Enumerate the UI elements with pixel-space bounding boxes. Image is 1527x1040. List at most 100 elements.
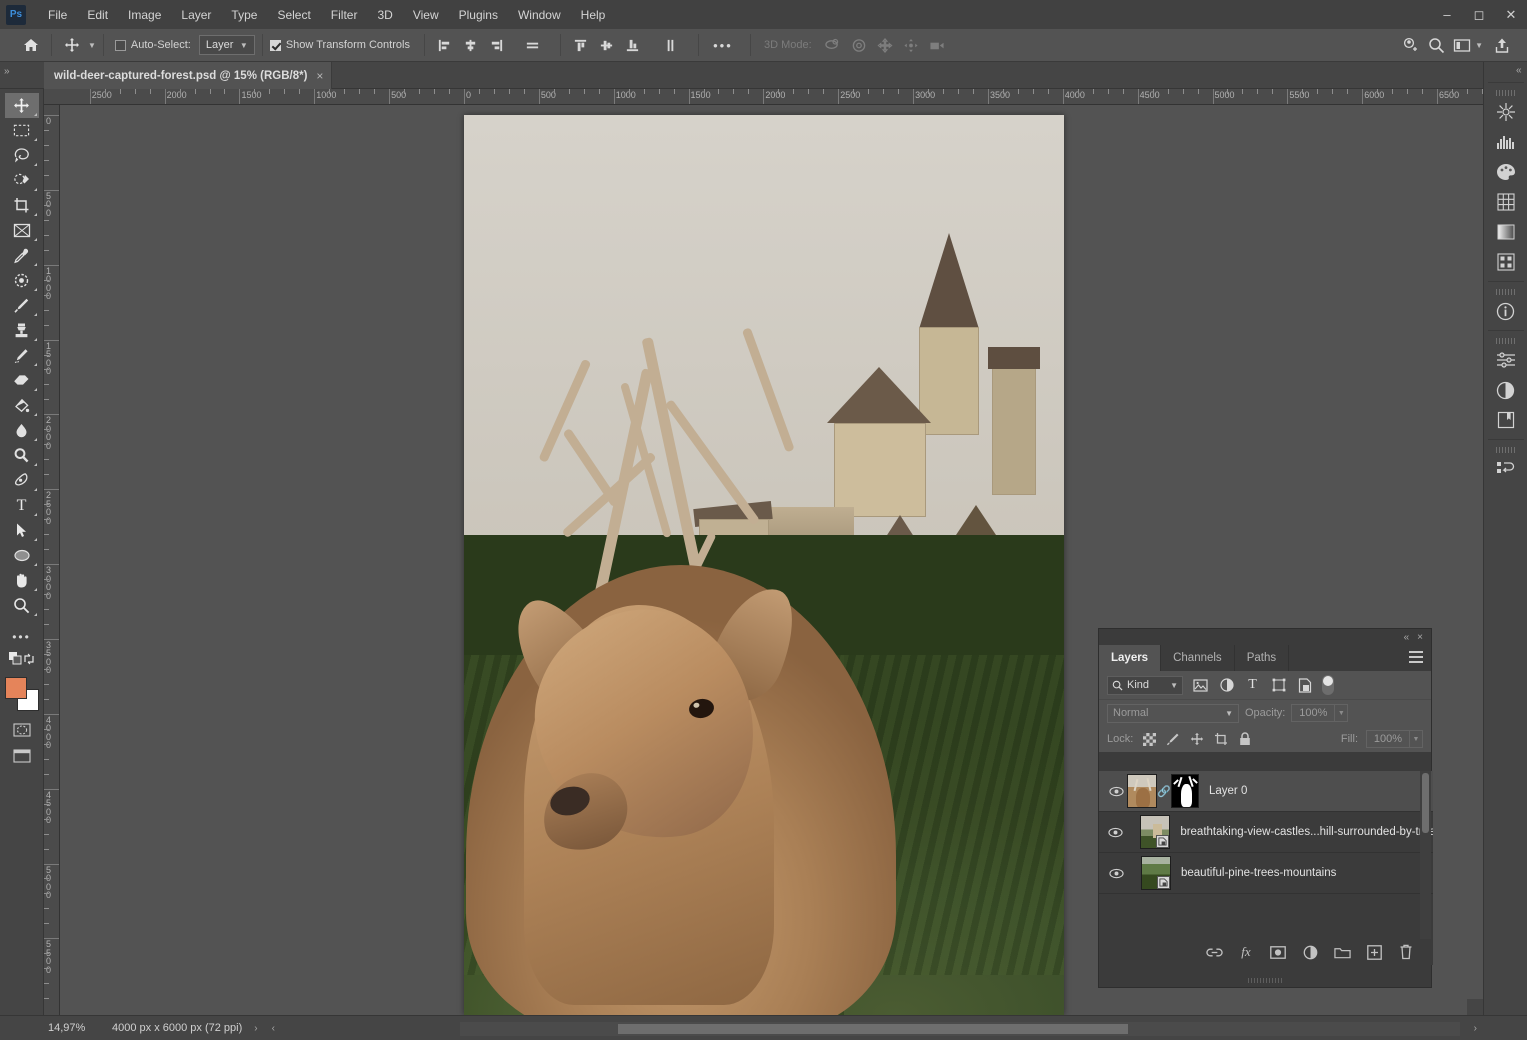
document-tab[interactable]: wild-deer-captured-forest.psd @ 15% (RGB…: [44, 62, 333, 89]
color-icon[interactable]: [1491, 157, 1521, 187]
blur-tool[interactable]: [5, 418, 39, 443]
eraser-tool[interactable]: [5, 368, 39, 393]
opacity-stepper[interactable]: ▼: [1335, 704, 1349, 722]
swatches-icon[interactable]: [1491, 187, 1521, 217]
menu-image[interactable]: Image: [118, 4, 171, 26]
type-tool[interactable]: T: [5, 493, 39, 518]
spot-healing-brush-tool[interactable]: [5, 268, 39, 293]
menu-filter[interactable]: Filter: [321, 4, 368, 26]
zoom-tool[interactable]: [5, 593, 39, 618]
move-tool-icon[interactable]: [59, 33, 85, 57]
show-transform-box[interactable]: [269, 39, 281, 51]
maximize-button[interactable]: ◻: [1463, 0, 1495, 29]
object-selection-tool[interactable]: [5, 168, 39, 193]
add-mask-icon[interactable]: [1269, 943, 1287, 961]
menu-layer[interactable]: Layer: [171, 4, 221, 26]
more-options-button[interactable]: •••: [706, 33, 740, 57]
collapse-dock-icon[interactable]: «: [1484, 62, 1527, 78]
document-canvas[interactable]: [464, 115, 1064, 1015]
link-mask-icon[interactable]: 🔗: [1157, 785, 1171, 798]
align-right-edges-icon[interactable]: [484, 33, 510, 57]
layer-style-fx-icon[interactable]: fx: [1237, 943, 1255, 961]
layer-thumbnail[interactable]: [1140, 815, 1171, 849]
edit-toolbar-button[interactable]: •••: [5, 624, 39, 649]
quick-mask-icon[interactable]: [11, 721, 33, 739]
auto-select-box[interactable]: [114, 39, 126, 51]
collapse-panel-icon[interactable]: «: [1404, 632, 1410, 643]
tab-layers[interactable]: Layers: [1099, 645, 1162, 671]
new-group-icon[interactable]: [1333, 943, 1351, 961]
dodge-tool[interactable]: [5, 443, 39, 468]
adjustments-layer-icon[interactable]: [1491, 375, 1521, 405]
chevron-down-icon[interactable]: ▼: [1475, 41, 1483, 50]
close-icon[interactable]: ×: [316, 69, 323, 83]
menu-view[interactable]: View: [403, 4, 449, 26]
workspace-icon[interactable]: [1449, 33, 1475, 57]
layer-name[interactable]: breathtaking-view-castles...hill-surroun…: [1180, 826, 1433, 838]
status-collapse-icon[interactable]: ‹: [272, 1023, 275, 1034]
add-collaborator-icon[interactable]: [1397, 33, 1423, 57]
foreground-color-swatch[interactable]: [4, 677, 27, 699]
layer-thumbnail[interactable]: [1127, 774, 1157, 808]
rectangular-marquee-tool[interactable]: [5, 118, 39, 143]
horizontal-scrollbar[interactable]: [460, 1022, 1460, 1036]
panel-resize-grip[interactable]: [1099, 973, 1433, 987]
adjustments-icon[interactable]: [1491, 97, 1521, 127]
horizontal-scrollbar-thumb[interactable]: [618, 1024, 1128, 1034]
ellipse-tool[interactable]: [5, 543, 39, 568]
drag-handle[interactable]: [1495, 447, 1516, 453]
layers-scrollbar-thumb[interactable]: [1422, 773, 1429, 833]
pen-tool[interactable]: [5, 468, 39, 493]
link-layers-icon[interactable]: [1205, 943, 1223, 961]
layer-row-0[interactable]: 🔗 Layer 0: [1099, 771, 1433, 812]
auto-select-checkbox[interactable]: Auto-Select:: [114, 39, 191, 51]
distribute-vertically-icon[interactable]: [658, 33, 684, 57]
info-icon[interactable]: [1491, 296, 1521, 326]
chevron-down-icon[interactable]: ▼: [88, 41, 96, 50]
new-layer-icon[interactable]: [1365, 943, 1383, 961]
align-top-edges-icon[interactable]: [568, 33, 594, 57]
menu-file[interactable]: File: [38, 4, 77, 26]
path-selection-tool[interactable]: [5, 518, 39, 543]
properties-icon[interactable]: [1491, 345, 1521, 375]
panel-menu-icon[interactable]: [1409, 651, 1423, 666]
gradients-icon[interactable]: [1491, 217, 1521, 247]
menu-3d[interactable]: 3D: [367, 4, 402, 26]
type-layers-filter-icon[interactable]: T: [1244, 676, 1261, 694]
menu-help[interactable]: Help: [571, 4, 616, 26]
pixel-layers-filter-icon[interactable]: [1192, 676, 1209, 694]
color-swatches[interactable]: [4, 677, 39, 711]
history-brush-tool[interactable]: [5, 343, 39, 368]
crop-tool[interactable]: [5, 193, 39, 218]
align-vertical-centers-icon[interactable]: [594, 33, 620, 57]
distribute-horizontally-icon[interactable]: [520, 33, 546, 57]
layer-visibility-toggle[interactable]: [1105, 868, 1127, 879]
layer-thumbnail[interactable]: [1141, 856, 1171, 890]
fill-stepper[interactable]: ▼: [1410, 730, 1423, 748]
menu-plugins[interactable]: Plugins: [449, 4, 508, 26]
layer-scope-select[interactable]: Layer ▼: [198, 35, 255, 55]
menu-edit[interactable]: Edit: [77, 4, 118, 26]
align-bottom-edges-icon[interactable]: [620, 33, 646, 57]
status-next-icon[interactable]: ›: [1474, 1023, 1477, 1034]
layers-scrollbar[interactable]: [1420, 771, 1431, 949]
close-panel-icon[interactable]: ×: [1417, 632, 1423, 643]
eyedropper-tool[interactable]: [5, 243, 39, 268]
shape-layers-filter-icon[interactable]: [1270, 676, 1287, 694]
tab-channels[interactable]: Channels: [1161, 645, 1235, 671]
menu-type[interactable]: Type: [221, 4, 267, 26]
layer-row-2[interactable]: beautiful-pine-trees-mountains: [1099, 853, 1433, 894]
lock-transparent-pixels-icon[interactable]: [1141, 731, 1157, 747]
clone-stamp-tool[interactable]: [5, 318, 39, 343]
lock-image-pixels-icon[interactable]: [1165, 731, 1181, 747]
lock-all-icon[interactable]: [1237, 731, 1253, 747]
hand-tool[interactable]: [5, 568, 39, 593]
search-icon[interactable]: [1423, 33, 1449, 57]
opacity-value[interactable]: 100%: [1291, 704, 1336, 722]
delete-layer-icon[interactable]: [1397, 943, 1415, 961]
tab-paths[interactable]: Paths: [1235, 645, 1290, 671]
drag-handle[interactable]: [1495, 338, 1516, 344]
frame-tool[interactable]: [5, 218, 39, 243]
adjustment-layer-icon[interactable]: [1301, 943, 1319, 961]
brush-tool[interactable]: [5, 293, 39, 318]
